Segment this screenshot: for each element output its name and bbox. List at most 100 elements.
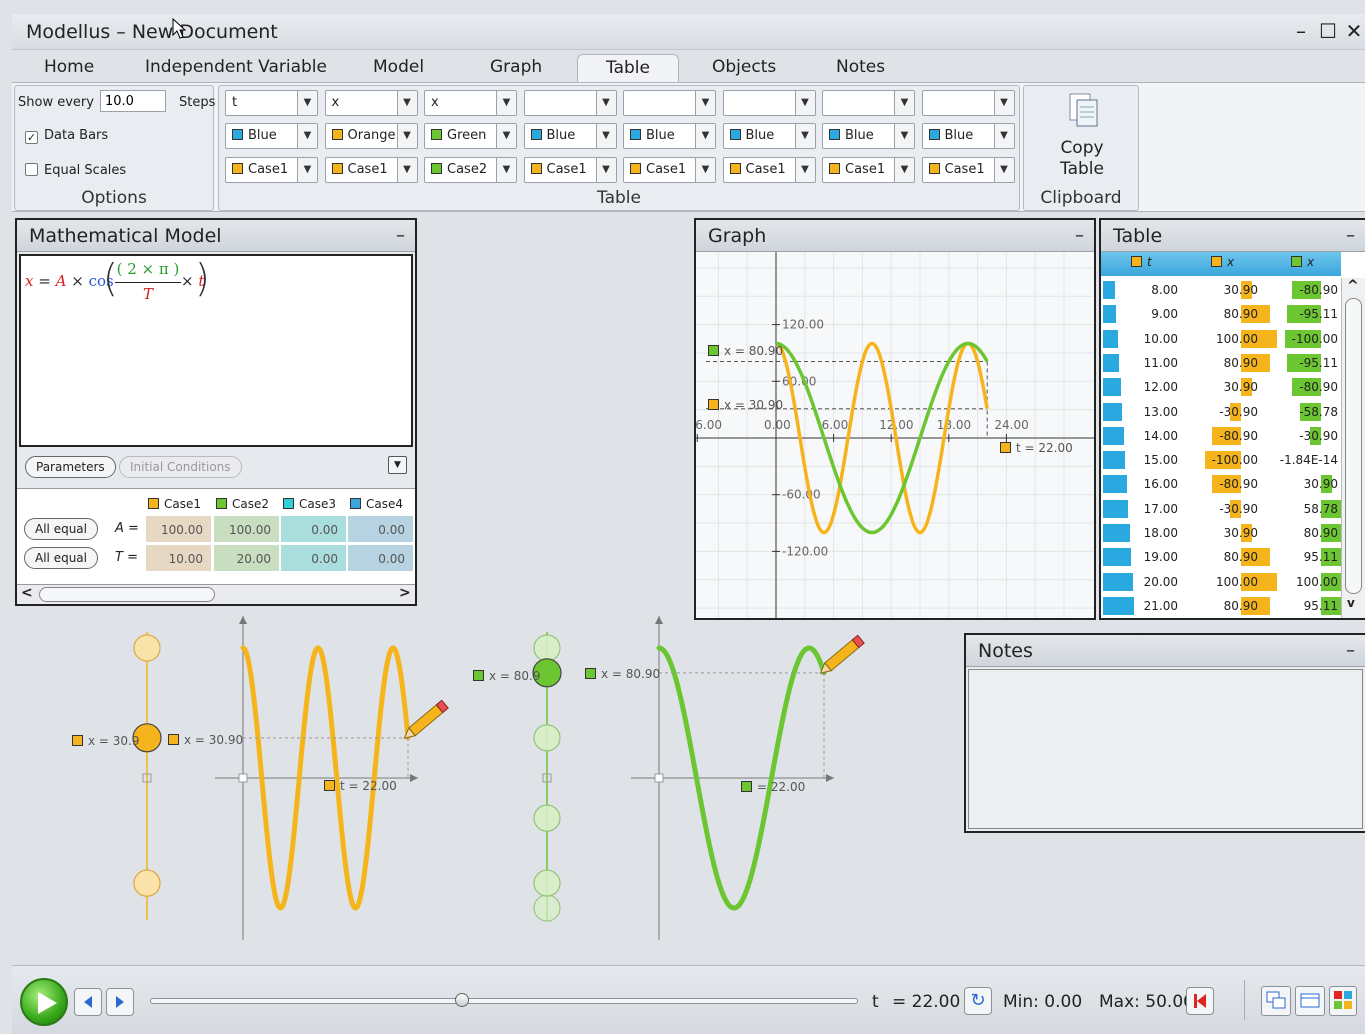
equation-editor[interactable]: x = A × cos ( ( 2 × π ) T × t ) <box>19 254 413 447</box>
column-1-color-combo[interactable]: Blue ▼ <box>225 123 318 149</box>
case-swatch-icon <box>216 498 227 509</box>
parameter-value-cell[interactable]: 100.00 <box>213 515 280 543</box>
column-4-color-combo[interactable]: Blue ▼ <box>523 123 617 149</box>
minimize-table-button[interactable]: – <box>1346 220 1355 252</box>
parameters-tab[interactable]: Parameters <box>25 456 116 478</box>
column-2-color-combo[interactable]: Orange ▼ <box>324 123 418 149</box>
column-2-case-combo[interactable]: Case1 ▼ <box>324 157 418 183</box>
table-cell: -80.90 <box>1299 380 1338 395</box>
minimize-model-button[interactable]: – <box>396 220 405 252</box>
column-7-case-combo[interactable]: Case1 ▼ <box>822 157 915 183</box>
orange-graph-label: x = 30.90 <box>168 733 243 747</box>
objects-canvas[interactable] <box>12 610 962 962</box>
scrollbar-thumb[interactable] <box>1345 298 1362 594</box>
play-button[interactable] <box>20 978 68 1026</box>
column-8-color-combo[interactable]: Blue ▼ <box>921 123 1015 149</box>
orange-graph-label-text: x = 30.90 <box>184 733 244 747</box>
column-1-case-combo[interactable]: Case1 ▼ <box>225 157 318 183</box>
tab-objects[interactable]: Objects <box>702 54 786 82</box>
tab-graph[interactable]: Graph <box>480 54 552 82</box>
column-4-case-combo[interactable]: Case1 ▼ <box>523 157 617 183</box>
step-forward-button[interactable] <box>106 988 134 1016</box>
particle-trace <box>533 894 561 922</box>
column-6-color-combo[interactable]: Blue ▼ <box>722 123 816 149</box>
all-equal-button[interactable]: All equal <box>24 518 98 540</box>
vertical-scrollbar[interactable]: ^ v <box>1341 278 1365 618</box>
layout-tile-icon[interactable] <box>1329 986 1357 1016</box>
layout-cascade-icon[interactable] <box>1261 986 1291 1016</box>
tab-independent-variable[interactable]: Independent Variable <box>135 54 337 82</box>
column-5-color-combo[interactable]: Blue ▼ <box>623 123 716 149</box>
color-swatch-icon <box>331 163 343 174</box>
parameter-value-cell[interactable]: 20.00 <box>213 544 280 572</box>
close-window-button[interactable]: ✕ <box>1343 19 1365 43</box>
parameter-value-cell[interactable]: 100.00 <box>145 515 212 543</box>
layout-window-icon[interactable] <box>1295 986 1325 1016</box>
initial-conditions-tab[interactable]: Initial Conditions <box>119 456 242 478</box>
column-6-variable-combo[interactable]: ▼ <box>722 90 816 116</box>
column-header-1[interactable]: t <box>1131 255 1152 269</box>
tab-notes[interactable]: Notes <box>826 54 895 82</box>
graph-panel-title: Graph <box>708 225 767 247</box>
scroll-left-icon[interactable]: < <box>21 585 33 601</box>
maximize-window-button[interactable]: ☐ <box>1317 19 1339 43</box>
tab-model[interactable]: Model <box>363 54 434 82</box>
all-equal-button[interactable]: All equal <box>24 547 98 569</box>
notes-textarea[interactable] <box>968 669 1363 829</box>
x-tick-label: 18.00 <box>937 418 971 432</box>
minimize-window-button[interactable]: – <box>1290 19 1312 43</box>
graph-plot[interactable]: 120.0060.00-60.00-120.006.00 0.00 6.00 12.0… <box>695 252 1094 618</box>
time-slider-thumb[interactable] <box>454 993 469 1007</box>
menu-tabs: Home Independent Variable Model Graph Ta… <box>12 50 1365 82</box>
column-5-variable-combo[interactable]: ▼ <box>623 90 716 116</box>
copy-table-button[interactable]: Copy Table <box>1024 138 1140 180</box>
column-header-3[interactable]: x <box>1291 255 1314 269</box>
green-swatch-icon <box>473 670 484 681</box>
horizontal-scrollbar[interactable]: < > <box>17 584 415 604</box>
clipboard-group[interactable]: Copy Table Clipboard <box>1023 85 1139 211</box>
table-row: 18.00 30.90 80.90 <box>1101 521 1341 545</box>
dropdown-arrow-icon[interactable]: ▼ <box>388 456 407 474</box>
color-swatch-icon <box>829 163 840 174</box>
scroll-right-icon[interactable]: > <box>399 585 411 601</box>
column-5-case-combo[interactable]: Case1 ▼ <box>623 157 716 183</box>
go-to-start-button[interactable] <box>1186 987 1214 1015</box>
minimize-graph-button[interactable]: – <box>1075 220 1084 252</box>
parameter-value-cell[interactable]: 0.00 <box>347 515 414 543</box>
column-3-color-combo[interactable]: Green ▼ <box>424 123 517 149</box>
show-every-input[interactable] <box>100 90 166 112</box>
column-3-variable-combo[interactable]: x ▼ <box>424 90 517 116</box>
column-4-variable-combo[interactable]: ▼ <box>523 90 617 116</box>
step-back-button[interactable] <box>74 988 102 1016</box>
column-1-variable-combo[interactable]: t ▼ <box>225 90 318 116</box>
parameter-value-cell[interactable]: 0.00 <box>280 515 347 543</box>
scrollbar-thumb[interactable] <box>39 587 215 602</box>
column-header-2[interactable]: x <box>1211 255 1234 269</box>
column-3-case-combo[interactable]: Case2 ▼ <box>424 157 517 183</box>
chevron-down-icon: ▼ <box>297 124 317 148</box>
data-bars-checkbox[interactable]: ✓ Data Bars <box>25 128 108 144</box>
orange-t-label-text: t = 22.00 <box>340 779 397 793</box>
minimize-notes-button[interactable]: – <box>1346 635 1355 667</box>
column-8-case-combo[interactable]: Case1 ▼ <box>921 157 1015 183</box>
tab-home[interactable]: Home <box>34 54 104 82</box>
graph-area[interactable]: 120.00 60.00 -60.00 -120.00 6.00 0.00 6.00 12.0… <box>695 252 1094 618</box>
chevron-down-icon: ▼ <box>794 91 815 115</box>
column-8-variable-combo[interactable]: ▼ <box>921 90 1015 116</box>
equal-scales-checkbox[interactable]: Equal Scales <box>25 163 126 178</box>
tab-table[interactable]: Table <box>577 54 679 82</box>
column-7-variable-combo[interactable]: ▼ <box>822 90 915 116</box>
x-tick-label: 24.00 <box>994 418 1028 432</box>
scroll-up-icon[interactable]: ^ <box>1347 278 1359 294</box>
parameter-value-cell[interactable]: 0.00 <box>347 544 414 572</box>
table-cell: 95.11 <box>1303 598 1338 613</box>
column-7-color-combo[interactable]: Blue ▼ <box>822 123 915 149</box>
parameter-value-cell[interactable]: 10.00 <box>145 544 212 572</box>
column-6-case-combo[interactable]: Case1 ▼ <box>722 157 816 183</box>
ribbon: Show every Steps ✓ Data Bars Equal Scales… <box>12 82 1365 212</box>
parameter-value-cell[interactable]: 0.00 <box>280 544 347 572</box>
scroll-down-icon[interactable]: v <box>1347 596 1355 610</box>
time-slider-track[interactable] <box>150 998 858 1004</box>
column-2-variable-combo[interactable]: x ▼ <box>324 90 418 116</box>
reset-icon[interactable]: ↻ <box>964 987 992 1015</box>
